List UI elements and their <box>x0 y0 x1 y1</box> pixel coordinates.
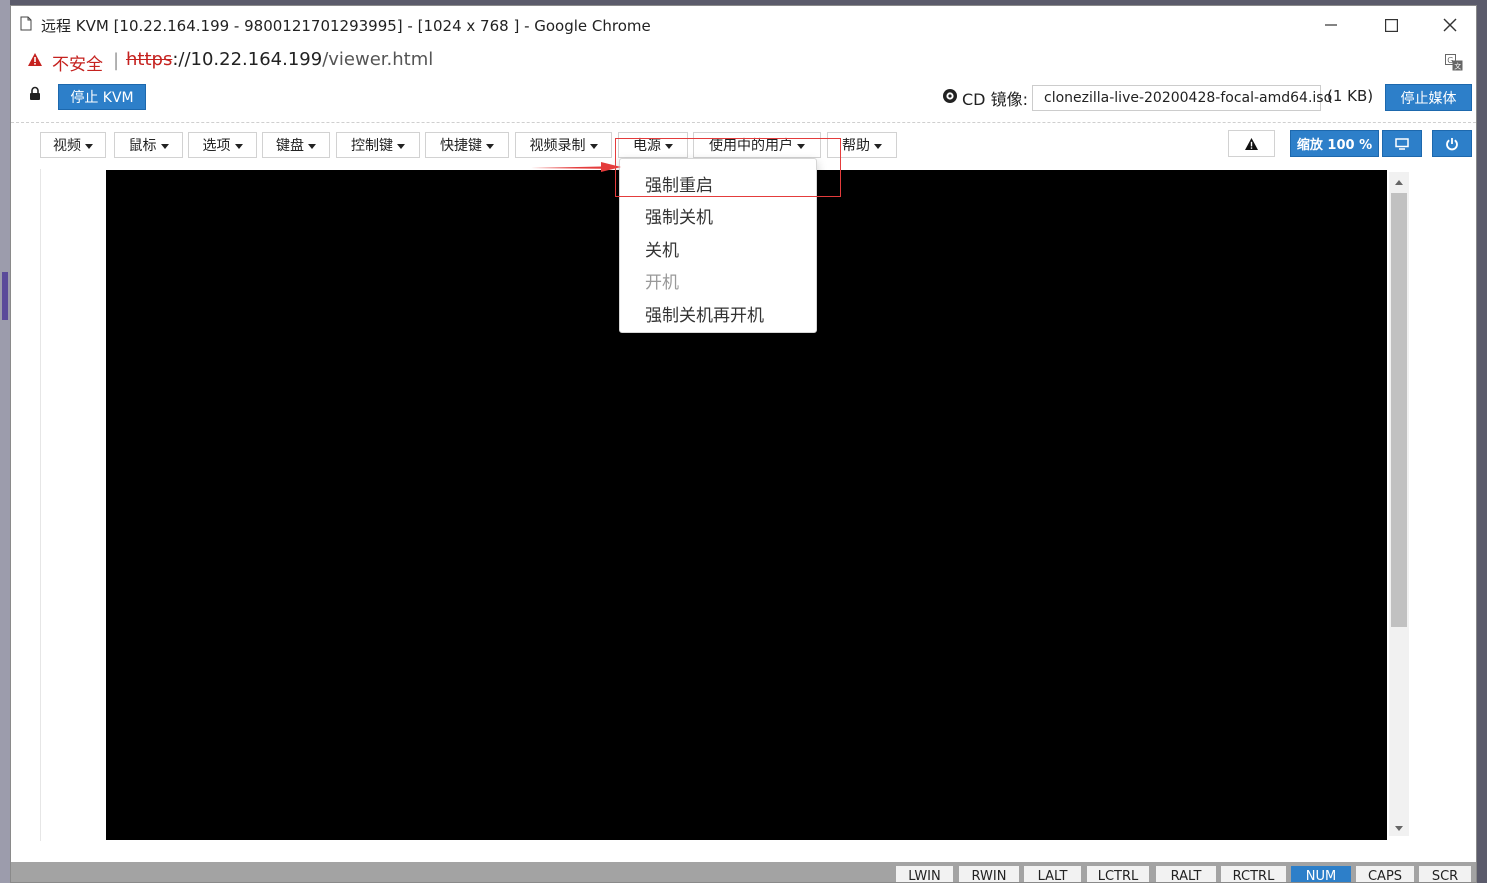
vertical-scrollbar[interactable] <box>1389 172 1409 836</box>
close-icon <box>1443 18 1456 32</box>
url-scheme: https <box>126 49 173 70</box>
menu-shortcut-keys[interactable]: 快捷键 <box>425 132 509 158</box>
stop-kvm-button[interactable]: 停止 KVM <box>58 84 146 110</box>
key-num[interactable]: NUM <box>1291 866 1351 882</box>
menu-mouse-label: 鼠标 <box>128 138 157 154</box>
monitor-icon <box>1395 137 1409 150</box>
menu-options[interactable]: 选项 <box>188 132 257 158</box>
lock-icon <box>30 86 40 100</box>
caret-down-icon <box>308 143 316 149</box>
document-icon <box>20 16 32 31</box>
menu-mouse[interactable]: 鼠标 <box>114 132 183 158</box>
url-host: ://10.22.164.199 <box>172 49 323 70</box>
scrollbar-thumb[interactable] <box>1391 193 1407 627</box>
key-ralt[interactable]: RALT <box>1156 866 1216 882</box>
alert-triangle-icon <box>1245 137 1258 150</box>
warning-triangle-icon[interactable] <box>27 52 43 67</box>
scroll-down-icon[interactable] <box>1395 826 1403 831</box>
menu-keyboard-label: 键盘 <box>276 138 304 154</box>
cd-image-size: (1 KB) <box>1327 87 1374 105</box>
power-button[interactable] <box>1432 130 1472 157</box>
cd-image-file[interactable]: clonezilla-live-20200428-focal-amd64.iso <box>1032 85 1332 111</box>
key-lalt[interactable]: LALT <box>1024 866 1081 882</box>
alert-button[interactable] <box>1228 130 1275 157</box>
browser-window: 远程 KVM [10.22.164.199 - 9800121701293995… <box>10 5 1477 883</box>
address-separator: | <box>113 50 120 71</box>
insecure-label[interactable]: 不安全 <box>52 50 103 75</box>
key-scr[interactable]: SCR <box>1419 866 1471 882</box>
menu-video-recording-label: 视频录制 <box>529 138 586 154</box>
key-lctrl[interactable]: LCTRL <box>1087 866 1149 882</box>
menu-video-recording[interactable]: 视频录制 <box>515 132 612 158</box>
power-force-cycle[interactable]: 强制关机再开机 <box>645 301 764 326</box>
menu-options-label: 选项 <box>202 138 231 154</box>
caret-down-icon <box>589 143 598 149</box>
toolbar-divider <box>11 122 1476 123</box>
caret-down-icon <box>874 143 882 149</box>
maximize-icon <box>1385 18 1398 32</box>
menu-keyboard[interactable]: 键盘 <box>262 132 330 158</box>
kvm-toolbar: 停止 KVM CD 镜像: clonezilla-live-20200428-f… <box>11 78 1476 122</box>
translate-icon[interactable]: G文 <box>1445 54 1463 71</box>
maximize-button[interactable] <box>1363 6 1420 44</box>
desktop-edge-accent <box>2 272 8 320</box>
desktop-edge <box>0 0 10 883</box>
key-rwin[interactable]: RWIN <box>959 866 1019 882</box>
caret-down-icon <box>486 143 494 149</box>
menu-control-keys[interactable]: 控制键 <box>336 132 420 158</box>
url-text[interactable]: https://10.22.164.199/viewer.html <box>126 49 433 70</box>
url-path: /viewer.html <box>322 49 434 70</box>
key-caps[interactable]: CAPS <box>1356 866 1414 882</box>
scroll-up-icon[interactable] <box>1395 180 1403 185</box>
power-shutdown[interactable]: 关机 <box>645 236 679 261</box>
caret-down-icon <box>160 143 169 149</box>
annotation-highlight-box <box>615 138 841 197</box>
caret-down-icon <box>234 143 243 149</box>
menu-control-keys-label: 控制键 <box>351 138 393 154</box>
minimize-icon <box>1324 24 1337 26</box>
key-rctrl[interactable]: RCTRL <box>1221 866 1286 882</box>
caret-down-icon <box>85 143 93 149</box>
power-icon <box>1446 137 1458 150</box>
svg-text:G: G <box>1447 56 1453 65</box>
menu-shortcut-keys-label: 快捷键 <box>440 138 482 154</box>
stop-media-button[interactable]: 停止媒体 <box>1385 84 1472 111</box>
menu-help-label: 帮助 <box>842 138 870 154</box>
minimize-button[interactable] <box>1302 6 1359 44</box>
annotation-arrow-icon <box>531 162 621 172</box>
address-bar[interactable]: 不安全 | https://10.22.164.199/viewer.html … <box>11 44 1476 79</box>
menu-video[interactable]: 视频 <box>40 132 106 158</box>
power-force-shutdown[interactable]: 强制关机 <box>645 203 713 228</box>
caret-down-icon <box>397 143 405 149</box>
window-title: 远程 KVM [10.22.164.199 - 9800121701293995… <box>41 17 651 35</box>
power-on: 开机 <box>645 273 679 293</box>
cd-image-label: CD 镜像: <box>962 90 1028 109</box>
menu-video-label: 视频 <box>53 138 81 154</box>
monitor-button[interactable] <box>1382 130 1422 157</box>
close-button[interactable] <box>1421 6 1476 44</box>
zoom-button[interactable]: 缩放 100 % <box>1290 130 1379 157</box>
svg-text:文: 文 <box>1454 62 1461 71</box>
title-bar: 远程 KVM [10.22.164.199 - 9800121701293995… <box>11 6 1476 44</box>
cd-icon <box>943 89 957 103</box>
key-lwin[interactable]: LWIN <box>896 866 953 882</box>
